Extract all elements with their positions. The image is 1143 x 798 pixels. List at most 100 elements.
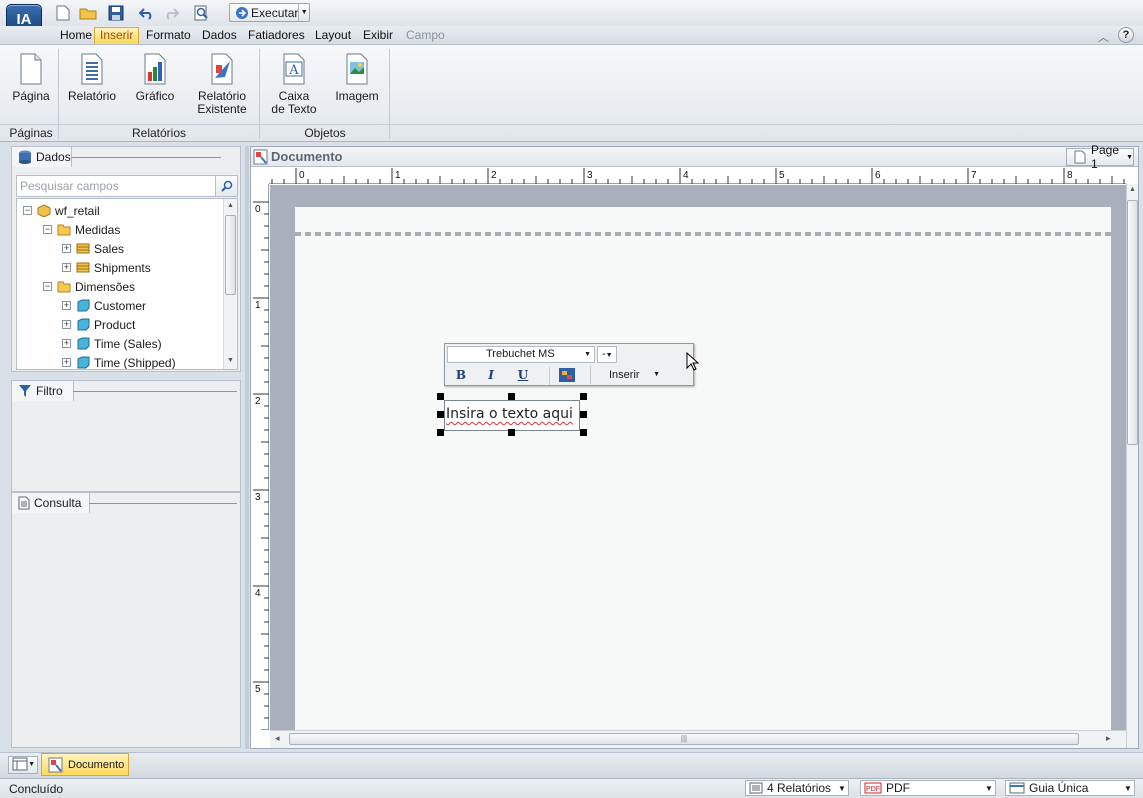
font-family-select[interactable]: Trebuchet MS ▼ — [447, 346, 595, 363]
run-dropdown-icon[interactable]: ▼ — [298, 4, 309, 21]
collapse-ribbon-icon[interactable]: ︿ — [1098, 29, 1109, 45]
panel-splitter[interactable] — [245, 146, 249, 749]
tree-item-dimensoes[interactable]: − Dimensões — [43, 277, 135, 296]
tree-item-wf-retail[interactable]: − wf_retail — [23, 201, 100, 220]
text-format-toolbar: Trebuchet MS ▼ -▼ B I U Inserir ▼ — [444, 343, 694, 386]
tree-item-product[interactable]: + Product — [62, 315, 135, 334]
text-box[interactable]: Insira o texto aqui — [444, 400, 580, 431]
tree-item-medidas[interactable]: − Medidas — [43, 220, 120, 239]
page-icon — [20, 53, 42, 85]
page-selector[interactable]: Page 1 ▼ — [1066, 143, 1134, 171]
underline-button[interactable]: U — [511, 366, 535, 384]
scroll-up-icon[interactable]: ▲ — [227, 202, 234, 209]
italic-button[interactable]: I — [479, 366, 503, 384]
image-label: Imagem — [335, 89, 379, 103]
resize-handle[interactable] — [508, 429, 515, 436]
insert-existing-report-button[interactable]: Relatório Existente — [194, 52, 250, 116]
textbox-label-2: de Texto — [271, 102, 317, 116]
header-rule — [89, 503, 237, 504]
resize-handle[interactable] — [437, 429, 444, 436]
expand-icon[interactable]: + — [62, 339, 71, 348]
expand-icon[interactable]: + — [62, 320, 71, 329]
tab-exibir[interactable]: Exibir — [358, 28, 398, 45]
tab-documento[interactable]: Documento — [41, 753, 129, 776]
ruler-label: 0 — [255, 204, 261, 215]
tree-label: Product — [94, 317, 136, 332]
collapse-icon[interactable]: − — [23, 206, 32, 215]
document-canvas[interactable] — [270, 185, 1126, 730]
run-button[interactable]: Executar ▼ — [229, 3, 310, 22]
output-format-dropdown[interactable]: PDF PDF ▼ — [860, 780, 996, 796]
vertical-ruler: 0 1 2 3 4 5 — [253, 184, 269, 731]
tree-item-time-sales[interactable]: + Time (Sales) — [62, 334, 162, 353]
tree-item-time-shipped[interactable]: + Time (Shipped) — [62, 353, 176, 369]
folder-open-icon — [57, 281, 71, 293]
scroll-up-icon[interactable]: ▲ — [1129, 186, 1136, 193]
tree-scrollbar[interactable]: ▲ ▼ — [223, 199, 237, 369]
resize-handle[interactable] — [437, 393, 444, 400]
query-panel-title: Consulta — [34, 496, 82, 510]
tab-mode-dropdown[interactable]: Guia Única ▼ — [1005, 780, 1135, 796]
collapse-icon[interactable]: − — [43, 282, 52, 291]
collapse-icon[interactable]: − — [43, 225, 52, 234]
scroll-right-icon[interactable]: ▸ — [1106, 733, 1111, 744]
expand-icon[interactable]: + — [62, 358, 71, 367]
tab-inserir[interactable]: Inserir — [94, 27, 140, 44]
tree-item-sales[interactable]: + Sales — [62, 239, 124, 258]
save-icon[interactable] — [107, 4, 125, 22]
reports-count-dropdown[interactable]: 4 Relatórios ▼ — [745, 780, 849, 796]
bold-button[interactable]: B — [449, 366, 473, 384]
insert-report-button[interactable]: Relatório — [66, 52, 118, 103]
query-icon — [18, 496, 30, 510]
scroll-left-icon[interactable]: ◂ — [275, 733, 280, 744]
font-size-select[interactable]: -▼ — [597, 346, 617, 363]
search-field[interactable]: Pesquisar campos — [16, 175, 238, 197]
document-horizontal-scrollbar[interactable]: ◂ ||| ▸ — [270, 730, 1126, 748]
expand-icon[interactable]: + — [62, 244, 71, 253]
svg-text:PDF: PDF — [866, 786, 880, 793]
open-folder-icon[interactable] — [79, 4, 97, 22]
print-preview-icon[interactable] — [192, 4, 210, 22]
tree-label: Medidas — [75, 222, 121, 237]
resize-handle[interactable] — [580, 393, 587, 400]
scroll-thumb[interactable]: ||| — [289, 733, 1079, 745]
insert-page-button[interactable]: Página — [12, 52, 50, 103]
insert-chart-button[interactable]: Gráfico — [132, 52, 178, 103]
scroll-down-icon[interactable]: ▼ — [227, 357, 234, 364]
scroll-thumb[interactable] — [225, 215, 236, 295]
tree-item-customer[interactable]: + Customer — [62, 296, 146, 315]
document-vertical-scrollbar[interactable]: ▲ — [1126, 184, 1138, 748]
resize-handle[interactable] — [580, 411, 587, 418]
output-format-label: PDF — [886, 781, 910, 795]
resize-handle[interactable] — [580, 429, 587, 436]
resize-handle[interactable] — [437, 411, 444, 418]
header-rule — [73, 391, 237, 392]
resize-handle[interactable] — [508, 393, 515, 400]
ruler-label: 6 — [875, 170, 881, 181]
new-document-icon[interactable] — [54, 4, 72, 22]
insert-image-button[interactable]: Imagem — [334, 52, 380, 103]
help-icon[interactable]: ? — [1118, 27, 1134, 43]
tab-formato[interactable]: Formato — [141, 28, 196, 45]
ruler-label: 5 — [255, 684, 261, 695]
insert-dropdown[interactable]: Inserir ▼ — [590, 366, 664, 384]
ruler-label: 1 — [255, 300, 261, 311]
tab-fatiadores[interactable]: Fatiadores — [243, 28, 310, 45]
tab-home[interactable]: Home — [55, 28, 97, 45]
scroll-thumb[interactable] — [1127, 200, 1138, 445]
search-placeholder: Pesquisar campos — [20, 179, 119, 193]
tab-dados[interactable]: Dados — [197, 28, 242, 45]
chevron-down-icon: ▼ — [1126, 153, 1133, 161]
redo-icon[interactable] — [162, 4, 180, 22]
tree-item-shipments[interactable]: + Shipments — [62, 258, 151, 277]
report-page[interactable] — [295, 207, 1111, 730]
expand-icon[interactable]: + — [62, 263, 71, 272]
expand-icon[interactable]: + — [62, 301, 71, 310]
existing-report-label-2: Existente — [197, 102, 247, 116]
tab-layout[interactable]: Layout — [310, 28, 356, 45]
search-icon[interactable] — [215, 176, 237, 196]
text-color-button[interactable] — [549, 367, 589, 385]
layout-menu-button[interactable]: ▼ — [8, 756, 38, 774]
insert-textbox-button[interactable]: A Caixa de Texto — [268, 52, 320, 116]
undo-icon[interactable] — [138, 4, 156, 22]
